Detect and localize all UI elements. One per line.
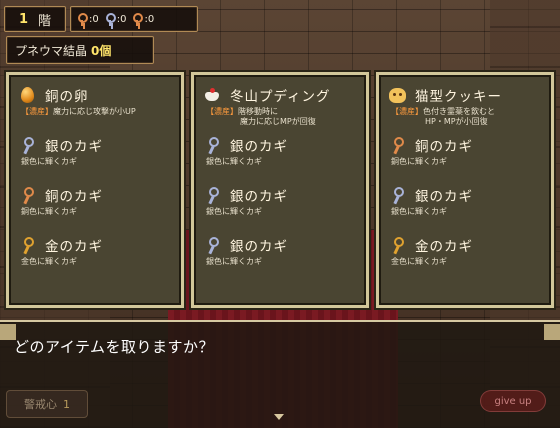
item-option[interactable]: 銅のカギ 銅色に輝くカギ [17,183,173,233]
item-desc: 銀色に輝くカギ [206,157,262,166]
item-desc: 魔力に応じ攻撃が小UP [53,107,136,116]
item-desc: 金色に輝くカギ [21,257,77,266]
pudding-icon [202,85,222,105]
item-option[interactable]: 銀のカギ 銀色に輝くカギ [387,183,543,233]
item-option[interactable]: 金のカギ 金色に輝くカギ [17,233,173,283]
item-desc: 銀色に輝くカギ [391,207,447,216]
gold-key-icon [387,235,407,255]
item-desc: 金色に輝くカギ [391,257,447,266]
item-name: 銅のカギ [45,189,103,205]
floor-number: 1 [18,11,29,27]
silver-key-icon [202,185,222,205]
silver-key-count: :0 [116,13,127,25]
item-desc: 階移動時に [238,107,278,116]
pneuma-count: 0個 [91,43,112,58]
window-corner [544,324,560,340]
prompt-text: どのアイテムを取りますか？ [14,338,215,356]
item-name: 銀のカギ [230,239,288,255]
item-option[interactable]: 銅の卵 【濃産】魔力に応じ攻撃が小UP [17,83,173,133]
give-up-button[interactable]: give up [480,390,546,412]
copper-key-icon [77,13,88,26]
item-desc: 銀色に輝くカギ [206,257,262,266]
item-option[interactable]: 銀のカギ 銀色に輝くカギ [202,233,358,283]
item-name: 冬山プディング [230,89,331,105]
gold-key-icon [17,235,37,255]
item-option[interactable]: 冬山プディング 【濃産】階移動時に 魔力に応じMPが回復 [202,83,358,133]
item-option[interactable]: 銀のカギ 銀色に輝くカギ [202,133,358,183]
item-desc: 色付き霊薬を飲むと [423,107,495,116]
floor-label: 階 [38,13,52,29]
item-tag: 【濃産】 [21,107,53,116]
pneuma-label: プネウマ結晶 [15,43,88,58]
item-name: 銀のカギ [230,189,288,205]
continue-arrow-icon [274,414,284,420]
copper-key-icon [17,185,37,205]
silver-key-icon [387,185,407,205]
silver-key-icon [202,235,222,255]
item-name: 銅のカギ [415,139,473,155]
item-desc: 銀色に輝くカギ [21,157,77,166]
caution-indicator: 警戒心 1 [6,390,88,418]
copper-key-count: :0 [89,13,99,25]
copper-key-icon [132,13,144,26]
item-option[interactable]: 金のカギ 金色に輝くカギ [387,233,543,283]
floor-indicator: 1 階 [4,6,66,32]
item-name: 銀のカギ [45,139,103,155]
silver-key-icon [17,135,37,155]
egg-icon [17,85,37,105]
copper-key-icon [387,135,407,155]
caution-label: 警戒心 [24,398,57,411]
silver-key-icon [202,135,222,155]
item-option[interactable]: 銅のカギ 銅色に輝くカギ [387,133,543,183]
item-name: 銅の卵 [45,89,89,105]
item-desc: 銅色に輝くカギ [391,157,447,166]
item-tag: 【濃産】 [391,107,423,116]
item-name: 猫型クッキー [415,89,502,105]
item-name: 金のカギ [415,239,473,255]
item-name: 金のカギ [45,239,103,255]
item-desc: 銀色に輝くカギ [206,207,262,216]
item-panel-3[interactable]: 猫型クッキー 【濃産】色付き霊薬を飲むと HP・MPが小回復 銅のカギ 銅色に輝く… [376,72,554,308]
item-option[interactable]: 猫型クッキー 【濃産】色付き霊薬を飲むと HP・MPが小回復 [387,83,543,133]
key-counter: :0 :0 :0 [70,6,198,32]
item-panel-1[interactable]: 銅の卵 【濃産】魔力に応じ攻撃が小UP 銀のカギ 銀色に輝くカギ 銅のカギ 銅色… [6,72,184,308]
copper-key-count-2: :0 [144,13,155,25]
caution-value: 1 [63,397,70,411]
item-option[interactable]: 銀のカギ 銀色に輝くカギ [202,183,358,233]
item-desc-2: HP・MPが小回復 [425,117,488,126]
silver-key-icon [105,13,116,26]
item-option[interactable]: 銀のカギ 銀色に輝くカギ [17,133,173,183]
pneuma-crystal-counter: プネウマ結晶 0個 [6,36,154,64]
item-panel-2[interactable]: 冬山プディング 【濃産】階移動時に 魔力に応じMPが回復 銀のカギ 銀色に輝くカギ… [191,72,369,308]
item-desc-2: 魔力に応じMPが回復 [240,117,316,126]
item-tag: 【濃産】 [206,107,238,116]
item-name: 銀のカギ [230,139,288,155]
item-name: 銀のカギ [415,189,473,205]
item-desc: 銅色に輝くカギ [21,207,77,216]
cookie-icon [387,85,407,105]
